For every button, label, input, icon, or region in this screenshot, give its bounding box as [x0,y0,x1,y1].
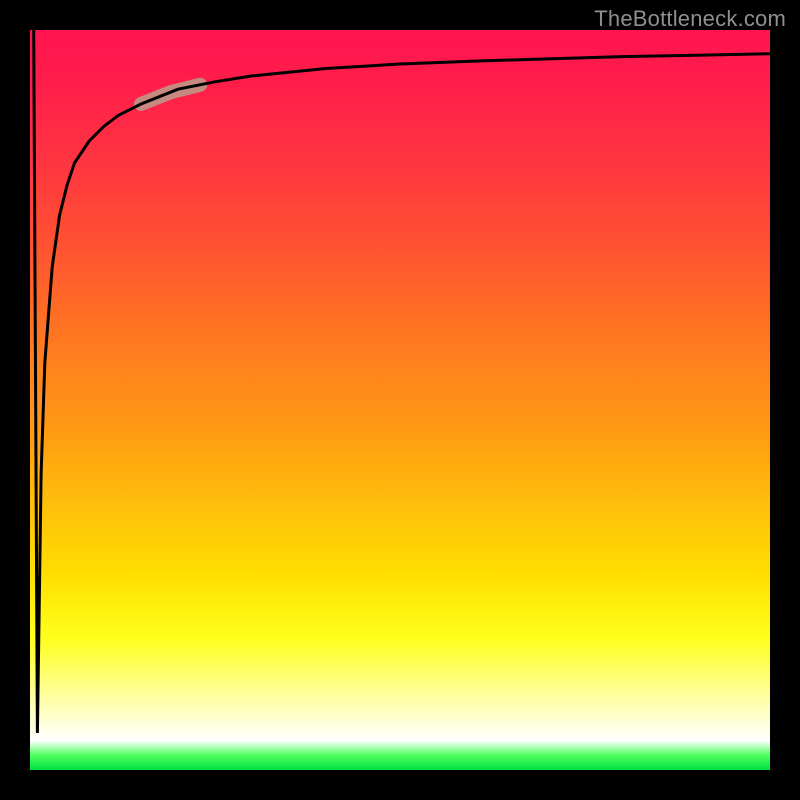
plot-area [30,30,770,770]
curve-layer [30,30,770,770]
chart-stage: TheBottleneck.com [0,0,800,800]
attribution-text: TheBottleneck.com [594,6,786,32]
main-curve [34,30,770,733]
